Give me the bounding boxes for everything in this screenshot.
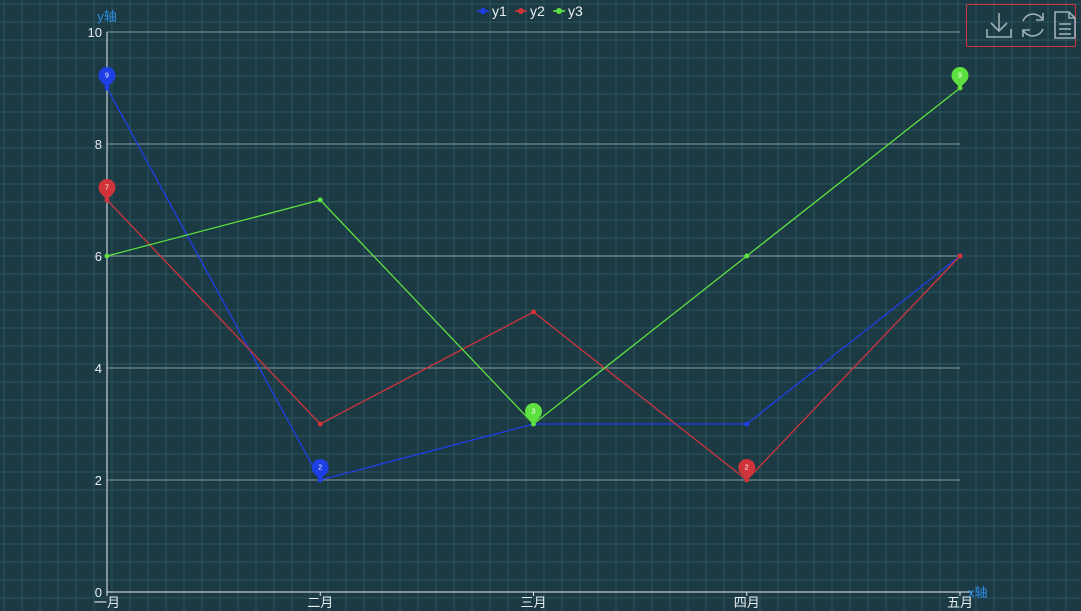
data-point-y2[interactable]	[957, 253, 963, 259]
x-tick-label: 二月	[307, 595, 333, 610]
data-point-y2[interactable]	[317, 421, 323, 427]
y-axis-name: y轴	[97, 9, 117, 24]
line-chart: 0246810 一月 二月 三月 四月 五月 y轴 x轴 927239 y1 y2 y3	[0, 0, 1081, 611]
data-point-y3[interactable]	[744, 253, 750, 259]
y-tick-label: 2	[95, 473, 102, 488]
refresh-icon	[1022, 13, 1044, 37]
data-view-icon	[1054, 11, 1076, 39]
pin-value-label: 3	[532, 409, 536, 416]
legend-item-y1[interactable]: y1	[477, 3, 507, 19]
y-tick-label: 8	[95, 137, 102, 152]
legend-label: y3	[568, 3, 583, 19]
legend-symbol	[556, 8, 562, 14]
mark-point-pin-y3[interactable]: 3	[525, 403, 542, 424]
data-point-y3[interactable]	[317, 197, 323, 203]
pin-value-label: 9	[105, 73, 109, 80]
save-as-image-button[interactable]	[983, 9, 1015, 41]
download-icon	[986, 13, 1012, 38]
y-tick-labels: 0246810	[88, 25, 102, 600]
mark-point-pin-y3[interactable]: 9	[951, 67, 969, 88]
legend[interactable]: y1 y2 y3	[477, 3, 583, 19]
data-point-y2[interactable]	[531, 309, 536, 315]
y-tick-label: 10	[88, 25, 102, 40]
data-point-y3[interactable]	[104, 253, 110, 259]
x-tick-labels: 一月 二月 三月 四月 五月	[94, 595, 973, 610]
pin-value-label: 2	[318, 465, 322, 472]
x-tick-label: 三月	[520, 595, 546, 610]
legend-item-y2[interactable]: y2	[515, 3, 545, 19]
data-point-y1[interactable]	[744, 421, 750, 427]
x-tick-label: 四月	[734, 595, 760, 610]
x-tick-label: 一月	[94, 595, 120, 610]
restore-button[interactable]	[1017, 9, 1049, 41]
legend-symbol	[480, 8, 486, 14]
mark-point-pin-y2[interactable]: 2	[738, 459, 756, 480]
axes	[106, 32, 972, 596]
data-view-button[interactable]	[1049, 9, 1081, 41]
background-grid	[0, 0, 1081, 611]
y-tick-label: 6	[95, 249, 102, 264]
x-axis-name: x轴	[968, 585, 988, 600]
legend-symbol	[518, 8, 524, 14]
pin-value-label: 9	[958, 73, 962, 80]
legend-label: y1	[492, 3, 507, 19]
pin-value-label: 7	[105, 185, 109, 192]
chart-frame: 0 2 4 6 8 10 一月 二月 三月 四月 五月 y轴 x轴 927239 y1 y2 y3	[0, 0, 1081, 611]
mark-point-pin-y1[interactable]: 2	[311, 459, 329, 480]
legend-item-y3[interactable]: y3	[553, 3, 583, 19]
mark-point-pin-y2[interactable]: 7	[98, 179, 116, 200]
toolbox	[966, 4, 1076, 47]
pin-value-label: 2	[745, 465, 749, 472]
y-tick-label: 4	[95, 361, 102, 376]
legend-label: y2	[530, 3, 545, 19]
mark-point-pin-y1[interactable]: 9	[98, 67, 116, 88]
